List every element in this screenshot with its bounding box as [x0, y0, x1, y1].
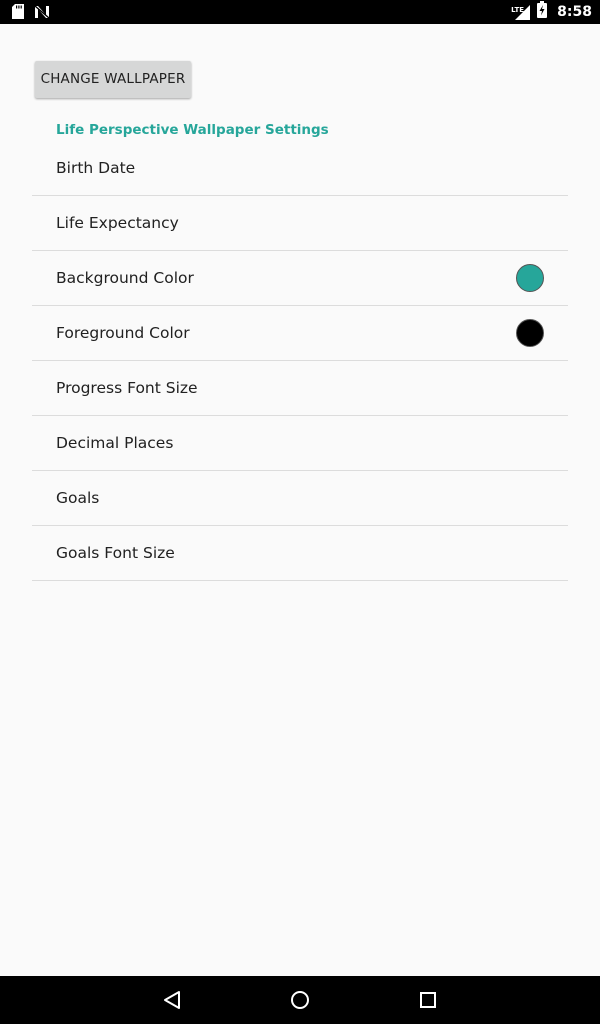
pref-label: Background Color	[56, 269, 194, 287]
clock: 8:58	[557, 4, 592, 20]
pref-label: Progress Font Size	[56, 379, 198, 397]
signal-icon: LTE	[511, 3, 531, 21]
back-icon[interactable]	[160, 988, 184, 1012]
background-color-swatch	[516, 264, 544, 292]
status-bar-left	[12, 4, 50, 24]
pref-progress-font-size[interactable]: Progress Font Size	[32, 361, 568, 416]
status-bar-right: LTE 8:58	[511, 0, 592, 24]
pref-background-color[interactable]: Background Color	[32, 251, 568, 306]
pref-label: Goals Font Size	[56, 544, 175, 562]
status-bar: LTE 8:58	[0, 0, 600, 24]
pref-label: Foreground Color	[56, 324, 190, 342]
pref-life-expectancy[interactable]: Life Expectancy	[32, 196, 568, 251]
home-icon[interactable]	[288, 988, 312, 1012]
change-wallpaper-button[interactable]: CHANGE WALLPAPER	[35, 61, 191, 98]
pref-decimal-places[interactable]: Decimal Places	[32, 416, 568, 471]
pref-foreground-color[interactable]: Foreground Color	[32, 306, 568, 361]
settings-list: Birth Date Life Expectancy Background Co…	[32, 141, 568, 581]
pref-birth-date[interactable]: Birth Date	[32, 141, 568, 196]
pref-goals[interactable]: Goals	[32, 471, 568, 526]
pref-label: Life Expectancy	[56, 214, 179, 232]
pref-label: Birth Date	[56, 159, 136, 177]
settings-category-title: Life Perspective Wallpaper Settings	[56, 122, 329, 138]
n-notification-icon	[34, 4, 50, 24]
pref-goals-font-size[interactable]: Goals Font Size	[32, 526, 568, 581]
recents-icon[interactable]	[416, 988, 440, 1012]
navigation-bar	[0, 976, 600, 1024]
pref-label: Goals	[56, 489, 100, 507]
sd-card-icon	[12, 4, 24, 24]
pref-label: Decimal Places	[56, 434, 174, 452]
foreground-color-swatch	[516, 319, 544, 347]
battery-icon	[537, 1, 548, 23]
